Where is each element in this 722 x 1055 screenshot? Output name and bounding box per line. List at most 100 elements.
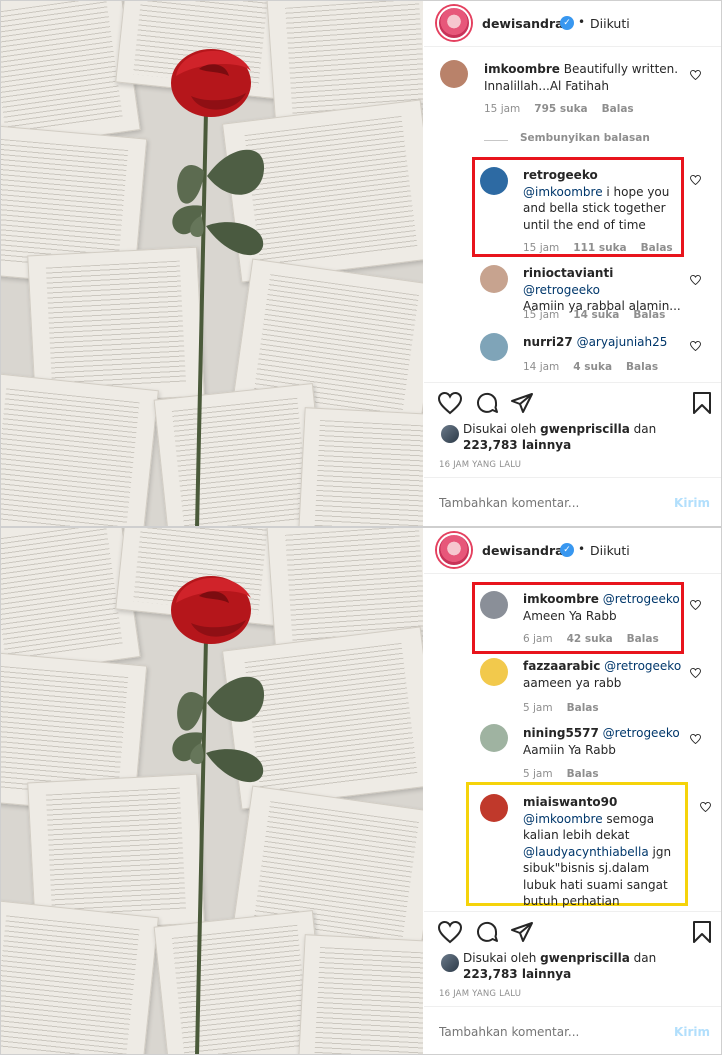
- heart-icon[interactable]: [438, 920, 462, 944]
- hide-replies-button[interactable]: Sembunyikan balasan: [520, 132, 650, 144]
- comment-mention[interactable]: @retrogeeko: [603, 592, 680, 606]
- likes-count[interactable]: 223,783 lainnya: [463, 966, 571, 982]
- reply-button[interactable]: Balas: [641, 242, 673, 254]
- post-photo[interactable]: [1, 528, 423, 1054]
- liked-by-user[interactable]: gwenpriscilla: [540, 951, 630, 965]
- comment-likes[interactable]: 795 suka: [534, 103, 587, 115]
- follow-status-button[interactable]: Diikuti: [590, 543, 630, 558]
- likes-count[interactable]: 223,783 lainnya: [463, 437, 571, 453]
- liked-by-text: Disukai oleh gwenpriscilla dan: [463, 950, 656, 966]
- comment-likes[interactable]: 14 suka: [573, 309, 619, 321]
- liked-by-text: Disukai oleh gwenpriscilla dan: [463, 421, 656, 437]
- comment-time[interactable]: 6 jam: [523, 633, 553, 645]
- comment-time[interactable]: 15 jam: [523, 242, 559, 254]
- comment-time[interactable]: 5 jam: [523, 768, 553, 780]
- reply-button[interactable]: Balas: [567, 768, 599, 780]
- comment-username[interactable]: miaiswanto90: [523, 795, 617, 809]
- reply-button[interactable]: Balas: [633, 309, 665, 321]
- verified-badge-icon: ✓: [560, 16, 574, 30]
- small-heart-icon[interactable]: [690, 275, 701, 285]
- comment-time[interactable]: 5 jam: [523, 702, 553, 714]
- comment-likes[interactable]: 4 suka: [573, 361, 612, 373]
- commenter-avatar[interactable]: [480, 333, 508, 361]
- commenter-avatar[interactable]: [480, 658, 508, 686]
- commenter-avatar[interactable]: [440, 60, 468, 88]
- small-heart-icon[interactable]: [690, 341, 701, 351]
- small-heart-icon[interactable]: [690, 668, 701, 678]
- liker-avatar[interactable]: [441, 954, 459, 972]
- add-comment-input[interactable]: [439, 1025, 659, 1039]
- commenter-avatar[interactable]: [480, 265, 508, 293]
- share-icon[interactable]: [510, 391, 534, 415]
- bookmark-icon[interactable]: [690, 920, 714, 944]
- author-avatar[interactable]: [437, 533, 471, 567]
- likes-count-value[interactable]: 223,783 lainnya: [463, 438, 571, 452]
- follow-status-button[interactable]: Diikuti: [590, 16, 630, 31]
- comment-meta: 15 jam 111 suka Balas: [523, 242, 687, 254]
- author-avatar[interactable]: [437, 6, 471, 40]
- comment-username[interactable]: imkoombre: [484, 62, 560, 76]
- comments-panel: dewisandra ✓ • Diikuti imkoombre @retrog…: [424, 528, 721, 1054]
- comment-body: retrogeeko @imkoombre i hope you and bel…: [523, 167, 678, 233]
- comment-mention-2[interactable]: @laudyacynthiabella: [523, 845, 649, 859]
- comment-mention[interactable]: @aryajuniah25: [577, 335, 668, 349]
- add-comment-input[interactable]: [439, 496, 659, 510]
- likes-count-value[interactable]: 223,783 lainnya: [463, 967, 571, 981]
- verified-badge-icon: ✓: [560, 543, 574, 557]
- small-heart-icon[interactable]: [700, 802, 711, 812]
- separator-dot: •: [578, 15, 586, 29]
- bookmark-icon[interactable]: [690, 391, 714, 415]
- comment-mention[interactable]: @retrogeeko: [604, 659, 681, 673]
- comment-username[interactable]: nurri27: [523, 335, 573, 349]
- post-comment-button[interactable]: Kirim: [674, 496, 710, 510]
- comment-username[interactable]: rinioctavianti: [523, 266, 613, 280]
- author-username[interactable]: dewisandra: [482, 543, 564, 558]
- action-bar: [424, 382, 721, 422]
- comment-username[interactable]: imkoombre: [523, 592, 599, 606]
- comment-body: fazzaarabic @retrogeeko aameen ya rabb: [523, 658, 693, 691]
- comment-icon[interactable]: [475, 391, 499, 415]
- comment-username[interactable]: fazzaarabic: [523, 659, 600, 673]
- small-heart-icon[interactable]: [690, 175, 701, 185]
- commenter-avatar[interactable]: [480, 724, 508, 752]
- reply-button[interactable]: Balas: [567, 702, 599, 714]
- author-username[interactable]: dewisandra: [482, 16, 564, 31]
- comment-username[interactable]: nining5577: [523, 726, 599, 740]
- commenter-avatar[interactable]: [480, 167, 508, 195]
- post-photo[interactable]: [1, 1, 423, 526]
- post-comment-button[interactable]: Kirim: [674, 1025, 710, 1039]
- comment-meta: 6 jam 42 suka Balas: [523, 633, 673, 645]
- add-comment-bar: Kirim: [424, 1006, 721, 1054]
- small-heart-icon[interactable]: [690, 600, 701, 610]
- post-screenshot-bottom: dewisandra ✓ • Diikuti imkoombre @retrog…: [0, 527, 722, 1055]
- commenter-avatar[interactable]: [480, 591, 508, 619]
- comment-likes[interactable]: 42 suka: [567, 633, 613, 645]
- comment-username[interactable]: retrogeeko: [523, 168, 598, 182]
- liked-by-suffix: dan: [629, 422, 657, 436]
- post-timestamp[interactable]: 16 JAM YANG LALU: [439, 460, 521, 470]
- comment-icon[interactable]: [475, 920, 499, 944]
- comment-mention[interactable]: @imkoombre: [523, 812, 603, 826]
- liked-by-suffix: dan: [629, 951, 657, 965]
- rose-image: [171, 49, 265, 526]
- reply-button[interactable]: Balas: [626, 361, 658, 373]
- reply-button[interactable]: Balas: [602, 103, 634, 115]
- liker-avatar[interactable]: [441, 425, 459, 443]
- liked-by-user[interactable]: gwenpriscilla: [540, 422, 630, 436]
- comment-mention[interactable]: @imkoombre: [523, 185, 603, 199]
- heart-icon[interactable]: [438, 391, 462, 415]
- reply-button[interactable]: Balas: [627, 633, 659, 645]
- comment-likes[interactable]: 111 suka: [573, 242, 626, 254]
- comment-time[interactable]: 14 jam: [523, 361, 559, 373]
- commenter-avatar[interactable]: [480, 794, 508, 822]
- post-timestamp[interactable]: 16 JAM YANG LALU: [439, 989, 521, 999]
- small-heart-icon[interactable]: [690, 70, 701, 80]
- comment-mention[interactable]: @retrogeeko: [603, 726, 680, 740]
- comment-time[interactable]: 15 jam: [523, 309, 559, 321]
- comment-body: nining5577 @retrogeeko Aamiin Ya Rabb: [523, 725, 693, 758]
- comment-mention[interactable]: @retrogeeko: [523, 283, 600, 297]
- comment-time[interactable]: 15 jam: [484, 103, 520, 115]
- share-icon[interactable]: [510, 920, 534, 944]
- small-heart-icon[interactable]: [690, 734, 701, 744]
- comment-body: miaiswanto90 @imkoombre semoga kalian le…: [523, 794, 673, 910]
